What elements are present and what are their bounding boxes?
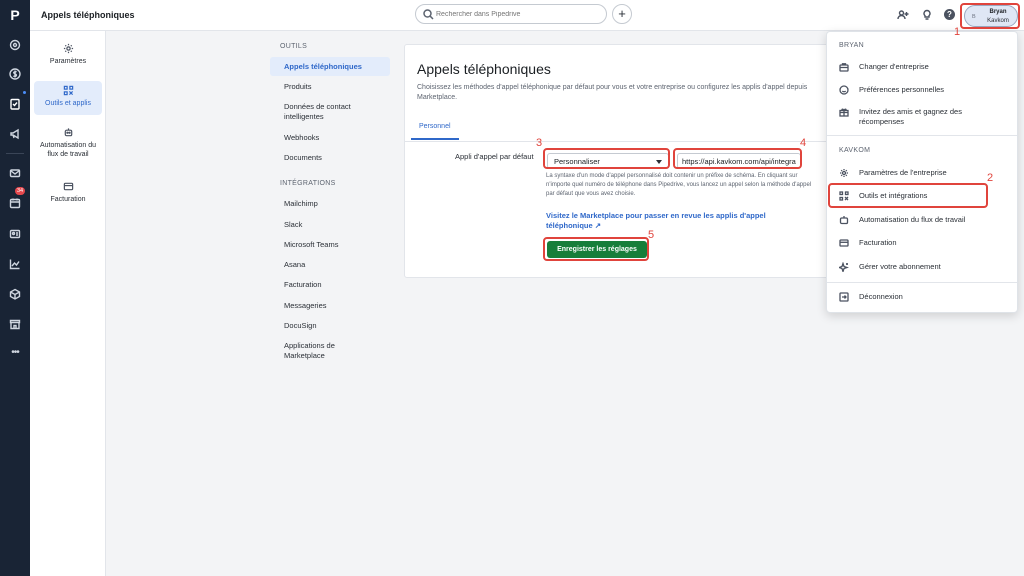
subnav-item-documents[interactable]: Documents [270, 153, 390, 163]
tab-personal[interactable]: Personnel [411, 122, 459, 140]
logout-icon [839, 292, 849, 302]
app-rail: P 34 ••• [0, 0, 30, 576]
default-app-label: Appli d'appel par défaut [455, 152, 534, 161]
gear-icon [63, 43, 73, 54]
target-icon[interactable] [7, 37, 23, 53]
top-bar: Appels téléphoniques + ? B Bryan Kavkom [30, 0, 1024, 31]
smiley-icon [839, 85, 849, 95]
subnav-item-webhooks[interactable]: Webhooks [270, 133, 390, 143]
menu-divider [827, 282, 1017, 283]
checklist-icon[interactable] [7, 96, 23, 112]
menu-item-invite-friends[interactable]: Invitez des amis et gagnez des récompens… [837, 107, 1009, 127]
menu-item-automation[interactable]: Automatisation du flux de travail [837, 215, 1009, 225]
annotation-box-1 [960, 3, 1020, 29]
dollar-icon[interactable] [7, 66, 23, 82]
sidebar-item-settings[interactable]: Paramètres [34, 39, 102, 73]
annotation-number-4: 4 [800, 137, 807, 149]
section-description: Choisissez les méthodes d'appel téléphon… [417, 84, 808, 101]
store-icon[interactable] [7, 316, 23, 332]
annotation-number-2: 2 [987, 172, 994, 184]
menu-item-subscription[interactable]: Gérer votre abonnement [837, 262, 1009, 272]
help-icon[interactable]: ? [944, 9, 955, 20]
subnav-item-teams[interactable]: Microsoft Teams [270, 240, 390, 250]
section-title: Appels téléphoniques [417, 61, 551, 77]
calendar-badge: 34 [15, 187, 26, 195]
card-icon [63, 182, 73, 191]
menu-item-billing[interactable]: Facturation [837, 238, 1009, 248]
gift-icon [839, 108, 849, 117]
mail-icon[interactable] [7, 165, 23, 181]
integrations-heading: INTÉGRATIONS [280, 180, 336, 187]
menu-item-switch-company[interactable]: Changer d'entreprise [837, 62, 1009, 72]
page-title: Appels téléphoniques [41, 10, 135, 20]
briefcase-icon [839, 63, 849, 72]
settings-sidebar: Paramètres Outils et applis Automatisati… [30, 31, 106, 576]
sidebar-item-billing[interactable]: Facturation [34, 177, 102, 207]
pipedrive-logo[interactable]: P [7, 7, 23, 23]
quick-add-button[interactable]: + [612, 4, 632, 24]
contacts-icon[interactable] [7, 226, 23, 242]
subnav-item-slack[interactable]: Slack [270, 220, 390, 230]
global-search[interactable] [415, 4, 607, 24]
megaphone-icon[interactable] [7, 126, 23, 142]
menu-section-company: KAVKOM [839, 147, 871, 154]
gear-icon [840, 169, 848, 177]
tab-divider [405, 141, 843, 142]
subnav-item-marketplace-apps[interactable]: Applications de Marketplace [270, 341, 390, 361]
lightbulb-icon[interactable] [920, 8, 934, 22]
marketplace-link[interactable]: Visitez le Marketplace pour passer en re… [546, 211, 796, 231]
menu-section-user: BRYAN [839, 42, 864, 49]
annotation-box-3 [543, 148, 670, 169]
insights-icon[interactable] [7, 256, 23, 272]
box-icon[interactable] [7, 286, 23, 302]
search-input[interactable] [436, 8, 596, 20]
subnav-item-docusign[interactable]: DocuSign [270, 321, 390, 331]
subnav-item-asana[interactable]: Asana [270, 260, 390, 270]
tools-icon [63, 85, 73, 96]
more-icon[interactable]: ••• [7, 344, 23, 360]
search-icon [423, 9, 434, 20]
subnav-item-messaging[interactable]: Messageries [270, 301, 390, 311]
annotation-number-5: 5 [648, 229, 655, 241]
card-icon [839, 239, 849, 247]
subnav-item-contact-data[interactable]: Données de contact intelligentes [270, 102, 390, 122]
annotation-box-5 [543, 237, 649, 261]
subnav-item-calls[interactable]: Appels téléphoniques [270, 57, 390, 76]
menu-item-preferences[interactable]: Préférences personnelles [837, 85, 1009, 95]
syntax-help-text: La syntaxe d'un mode d'appel personnalis… [546, 173, 812, 197]
sparkle-icon [839, 262, 849, 272]
annotation-number-3: 3 [536, 137, 543, 149]
sidebar-item-automation[interactable]: Automatisation du flux de travail [34, 123, 102, 167]
subnav-item-products[interactable]: Produits [270, 82, 390, 92]
robot-icon [64, 128, 72, 137]
notification-dot [23, 91, 26, 94]
tools-heading: OUTILS [280, 43, 308, 50]
menu-divider [827, 135, 1017, 136]
annotation-box-2 [828, 183, 988, 208]
subnav-item-mailchimp[interactable]: Mailchimp [270, 199, 390, 209]
menu-item-company-settings[interactable]: Paramètres de l'entreprise [837, 168, 1009, 178]
annotation-number-1: 1 [954, 26, 961, 38]
subnav-item-invoicing[interactable]: Facturation [270, 280, 390, 290]
annotation-box-4 [673, 148, 802, 169]
invite-users-icon[interactable] [896, 8, 910, 22]
menu-item-logout[interactable]: Déconnexion [837, 292, 1009, 302]
calendar-icon[interactable] [7, 195, 23, 211]
robot-icon [839, 216, 849, 225]
sidebar-item-tools[interactable]: Outils et applis [34, 81, 102, 115]
rail-divider [6, 153, 24, 154]
